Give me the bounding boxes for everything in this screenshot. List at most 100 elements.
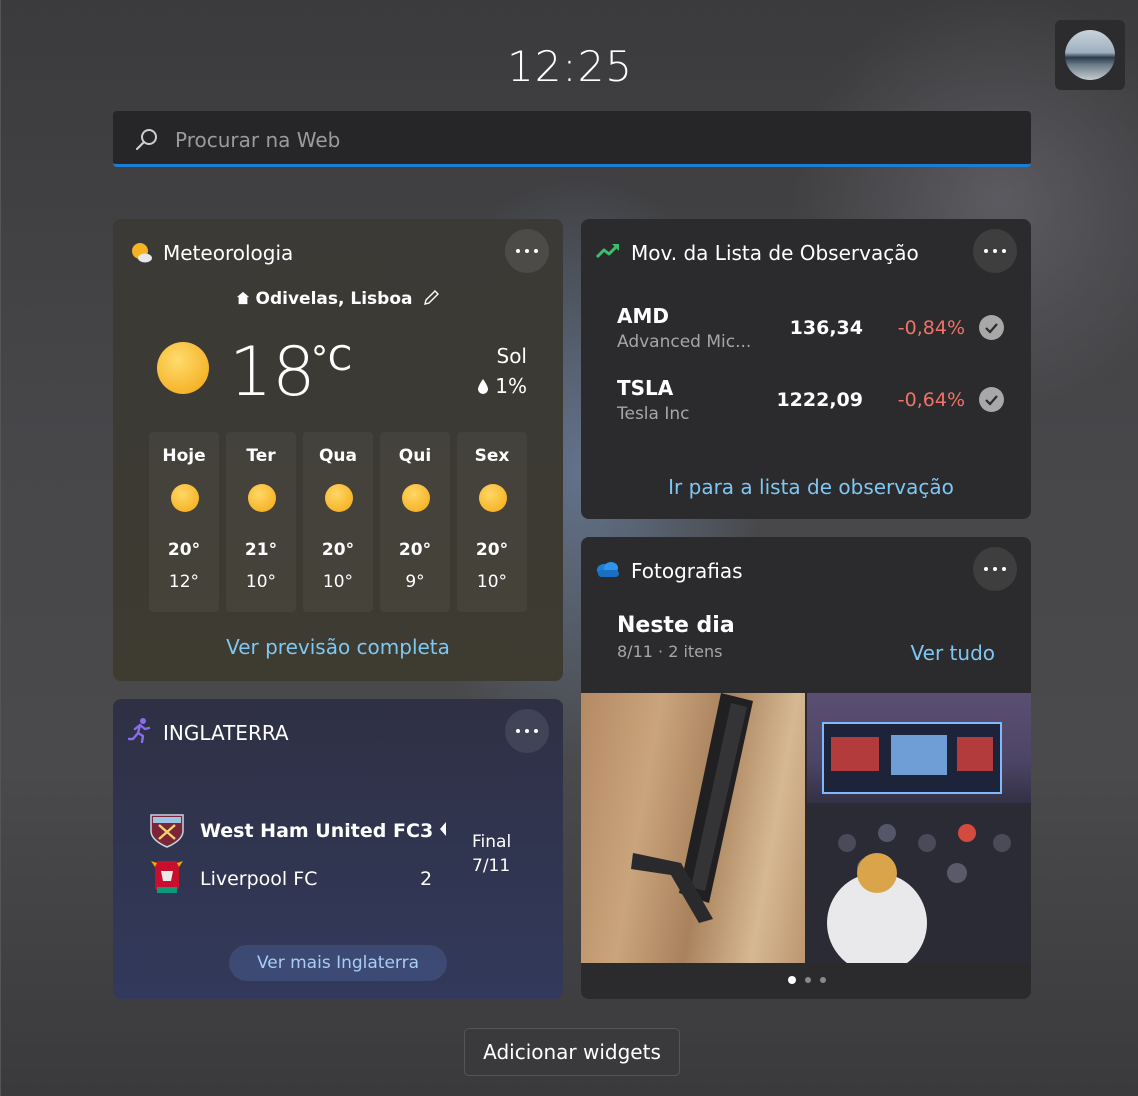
photo-thumbnail[interactable]	[581, 693, 805, 963]
stock-company: Tesla Inc	[617, 404, 690, 424]
profile-avatar-button[interactable]	[1055, 20, 1125, 90]
weather-title: Meteorologia	[163, 241, 294, 265]
precipitation: 1%	[477, 371, 527, 401]
dot	[1002, 249, 1006, 253]
forecast-high: 20°	[398, 540, 432, 560]
stock-ticker: AMD	[617, 304, 669, 328]
temperature-unit[interactable]: °C	[311, 339, 352, 379]
carousel-dot-active[interactable]	[788, 976, 796, 984]
stock-price: 136,34	[789, 317, 863, 339]
stock-change: -0,64%	[897, 389, 965, 411]
stock-ticker: TSLA	[617, 376, 674, 400]
away-team-score: 2	[420, 868, 433, 890]
check-icon[interactable]	[979, 315, 1004, 340]
forecast-day-name: Qua	[318, 446, 358, 466]
dot	[984, 567, 988, 571]
stock-company: Advanced Mic...	[617, 332, 752, 352]
sports-more-button[interactable]	[505, 709, 549, 753]
forecast-low: 10°	[322, 572, 354, 592]
clock: 12:25	[506, 42, 634, 91]
widgets-panel: 12:25 Meteorologia Odivelas, Lisboa 18	[0, 0, 1138, 1096]
forecast-day[interactable]: Qui 20° 9°	[380, 432, 450, 612]
location-name: Odivelas, Lisboa	[255, 289, 413, 309]
sports-title: INGLATERRA	[163, 721, 289, 745]
home-team-name: West Ham United FC	[200, 820, 420, 842]
forecast-day-name: Qui	[398, 446, 432, 466]
photos-heading: Neste dia	[617, 613, 735, 638]
forecast-low: 12°	[168, 572, 200, 592]
liverpool-crest-icon	[151, 861, 183, 893]
stock-change: -0,84%	[897, 317, 965, 339]
dot	[984, 249, 988, 253]
forecast-day-name: Ter	[246, 446, 276, 466]
photos-more-button[interactable]	[973, 547, 1017, 591]
dot	[516, 249, 520, 253]
photo-content-gpu-card	[631, 693, 753, 923]
weather-widget: Meteorologia Odivelas, Lisboa 18 °C Sol …	[113, 219, 563, 681]
check-icon[interactable]	[979, 387, 1004, 412]
weather-condition: Sol	[496, 344, 528, 368]
dot	[1002, 567, 1006, 571]
forecast-day[interactable]: Qua 20° 10°	[303, 432, 373, 612]
dot	[525, 249, 529, 253]
dot	[534, 249, 538, 253]
edit-pencil-icon[interactable]	[422, 289, 440, 307]
photos-title: Fotografias	[631, 559, 743, 583]
dot	[993, 249, 997, 253]
sun-icon	[325, 484, 353, 512]
add-widgets-button[interactable]: Adicionar widgets	[464, 1028, 680, 1076]
sun-icon	[402, 484, 430, 512]
forecast-high: 20°	[321, 540, 355, 560]
stock-price: 1222,09	[776, 389, 863, 411]
dot	[525, 729, 529, 733]
raindrop-icon	[478, 379, 489, 394]
full-forecast-link[interactable]: Ver previsão completa	[113, 635, 563, 659]
winner-indicator-icon	[440, 822, 446, 836]
search-icon	[135, 129, 157, 151]
forecast-day[interactable]: Sex 20° 10°	[457, 432, 527, 612]
forecast-high: 21°	[244, 540, 278, 560]
photos-widget: Fotografias Neste dia 8/11 · 2 itens Ver…	[581, 537, 1031, 999]
photo-thumbnail[interactable]	[807, 693, 1031, 963]
photos-meta: 8/11 · 2 itens	[617, 642, 723, 661]
avatar	[1065, 30, 1115, 80]
away-team-name: Liverpool FC	[200, 868, 318, 890]
home-team-score: 3	[420, 820, 434, 842]
watchlist-more-button[interactable]	[973, 229, 1017, 273]
forecast-high: 20°	[475, 540, 509, 560]
forecast-low: 9°	[405, 572, 425, 592]
match-date: 7/11	[472, 856, 511, 876]
sun-icon	[479, 484, 507, 512]
forecast-low: 10°	[476, 572, 508, 592]
forecast-day-name: Hoje	[162, 446, 206, 466]
forecast-low: 10°	[245, 572, 277, 592]
dot	[516, 729, 520, 733]
sports-runner-icon	[127, 718, 151, 743]
sports-widget: INGLATERRA West Ham United FC 3 Liverpoo…	[113, 699, 563, 999]
dot	[534, 729, 538, 733]
search-box[interactable]	[113, 111, 1031, 167]
sun-icon	[171, 484, 199, 512]
search-input[interactable]	[173, 121, 997, 159]
precipitation-value: 1%	[495, 374, 527, 398]
weather-sun-cloud-icon	[132, 243, 152, 263]
photo-content-event-crowd	[807, 722, 1031, 963]
forecast-day-name: Sex	[474, 446, 510, 466]
forecast-high: 20°	[167, 540, 201, 560]
onedrive-cloud-icon	[597, 562, 619, 577]
west-ham-crest-icon	[150, 814, 184, 848]
weather-condition-block: Sol 1%	[477, 341, 527, 401]
see-all-link[interactable]: Ver tudo	[911, 641, 995, 665]
home-icon	[236, 291, 249, 305]
match-status: Final	[472, 832, 512, 852]
dot	[993, 567, 997, 571]
forecast-day[interactable]: Ter 21° 10°	[226, 432, 296, 612]
carousel-dot[interactable]	[805, 977, 811, 983]
more-england-button[interactable]: Ver mais Inglaterra	[229, 945, 447, 981]
carousel-dot[interactable]	[820, 977, 826, 983]
weather-location[interactable]: Odivelas, Lisboa	[113, 289, 563, 309]
watchlist-link[interactable]: Ir para a lista de observação	[581, 475, 1031, 499]
forecast-day[interactable]: Hoje 20° 12°	[149, 432, 219, 612]
weather-more-button[interactable]	[505, 229, 549, 273]
sun-icon	[248, 484, 276, 512]
